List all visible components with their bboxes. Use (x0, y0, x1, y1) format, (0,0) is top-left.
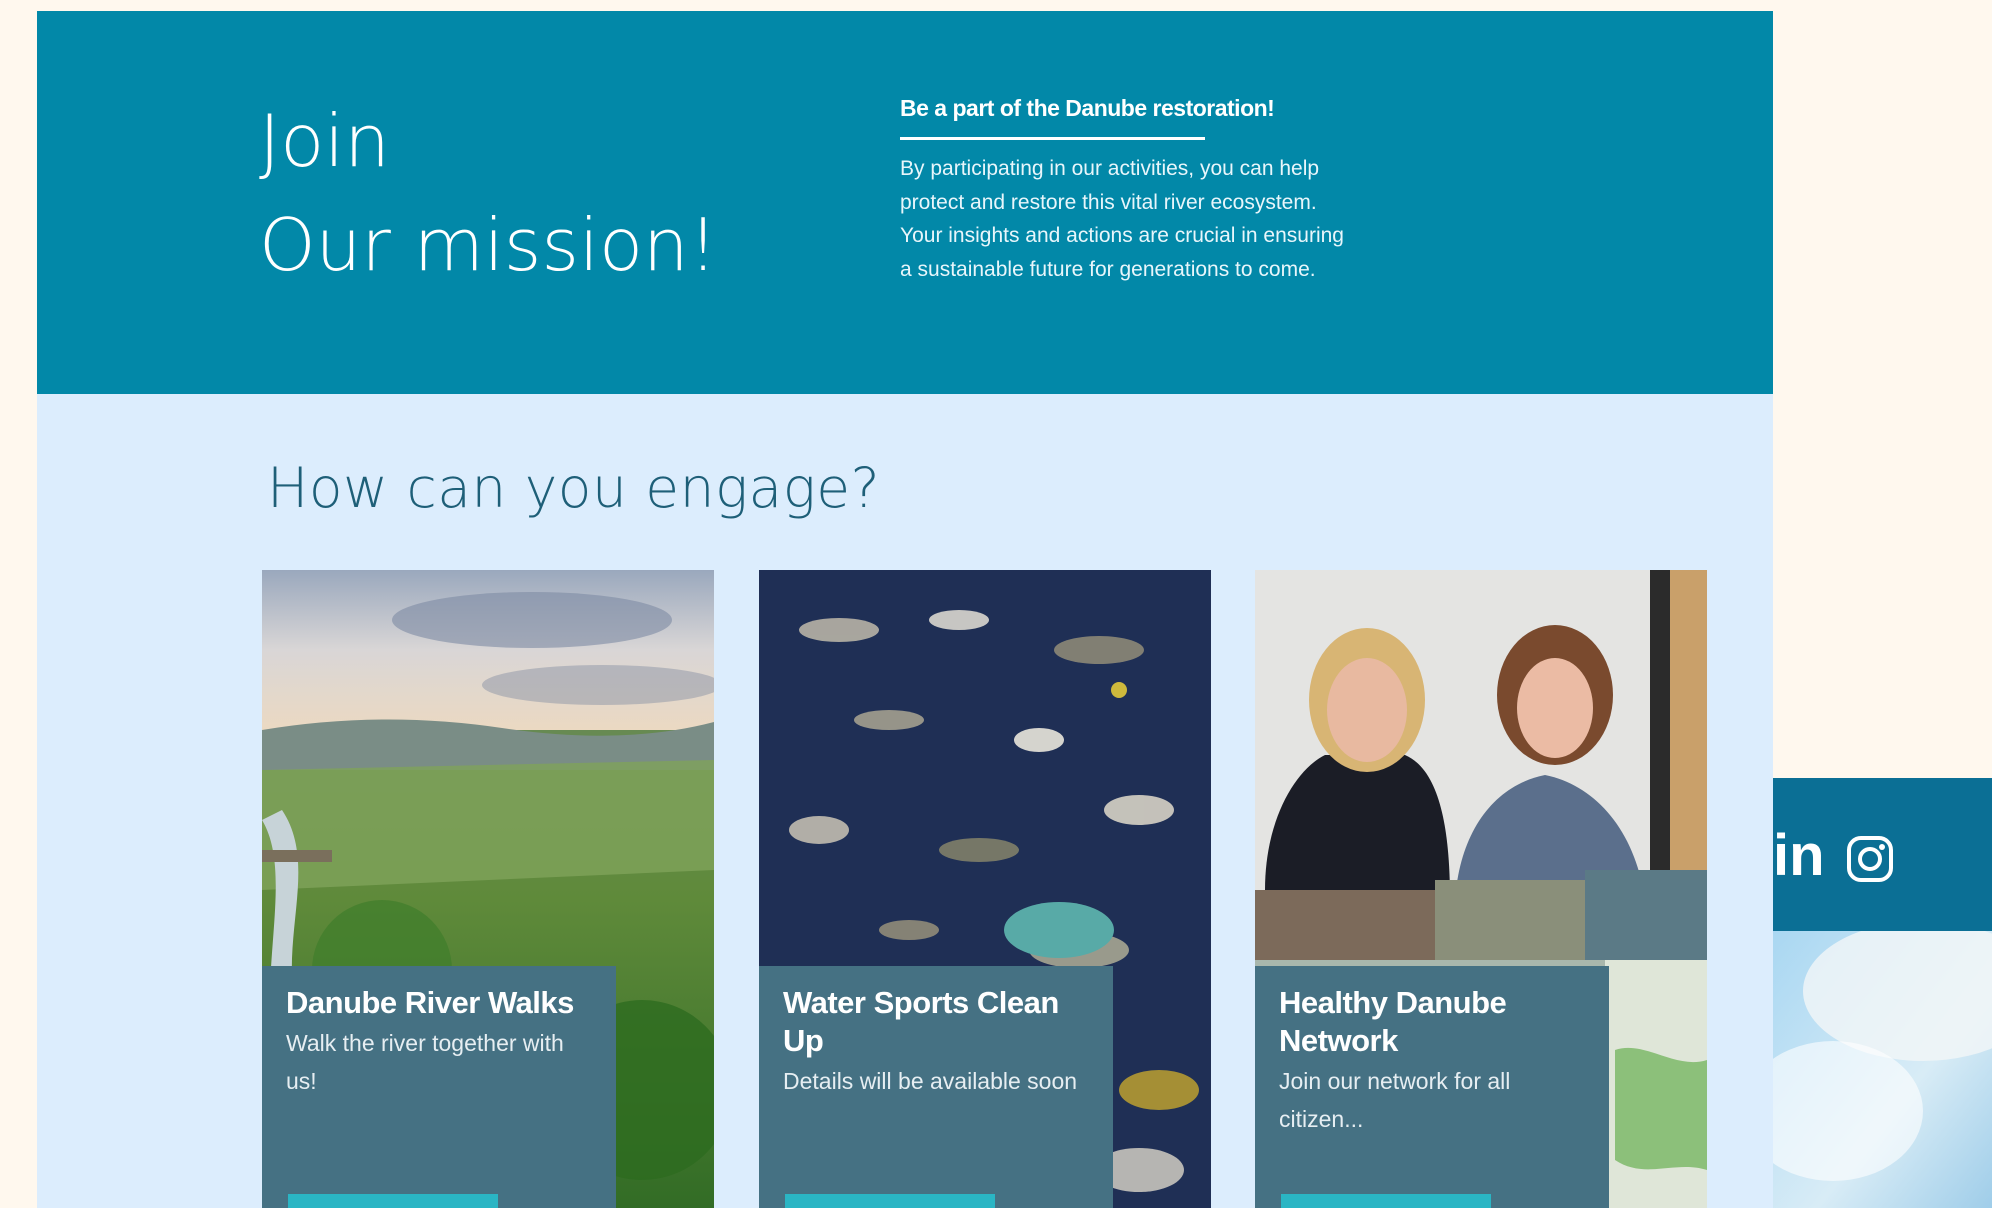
card-title: Danube River Walks (286, 985, 574, 1020)
card-caption-panel: Water Sports Clean Up Details will be av… (759, 966, 1113, 1208)
engage-title: How can you engage? (267, 456, 881, 520)
card-description: Walk the river together with us! (286, 1030, 564, 1094)
card-danube-river-walks[interactable]: Danube River Walks Walk the river togeth… (262, 570, 714, 1208)
hero-divider (900, 137, 1205, 140)
card-water-sports-clean-up[interactable]: Water Sports Clean Up Details will be av… (759, 570, 1211, 1208)
hero-title: Join Our mission! (259, 89, 718, 297)
engage-section: How can you engage? Danube River Walks W… (37, 394, 1773, 1208)
linkedin-icon[interactable]: in (1773, 826, 1825, 886)
card-caption-panel: Healthy Danube Network Join our network … (1255, 966, 1609, 1208)
page-wrapper: Join Our mission! Be a part of the Danub… (37, 11, 1773, 1208)
hero-text-block: Be a part of the Danube restoration! By … (900, 93, 1360, 286)
card-action-button[interactable] (1281, 1194, 1491, 1208)
card-action-button[interactable] (288, 1194, 498, 1208)
card-action-button[interactable] (785, 1194, 995, 1208)
card-title: Water Sports Clean Up (783, 985, 1059, 1058)
background-decorative-image (1773, 931, 1992, 1208)
hero-subheading: Be a part of the Danube restoration! (900, 95, 1275, 121)
card-title: Healthy Danube Network (1279, 985, 1507, 1058)
instagram-icon[interactable] (1846, 835, 1894, 883)
hero-title-line-1: Join (259, 99, 390, 183)
card-healthy-danube-network[interactable]: Healthy Danube Network Join our network … (1255, 570, 1707, 1208)
hero-body-text: By participating in our activities, you … (900, 157, 1344, 281)
card-description: Join our network for all citizen... (1279, 1068, 1511, 1132)
card-caption-panel: Danube River Walks Walk the river togeth… (262, 966, 616, 1208)
hero-title-line-2: Our mission! (259, 203, 718, 287)
card-description: Details will be available soon (783, 1068, 1078, 1094)
join-mission-section: Join Our mission! Be a part of the Danub… (37, 11, 1773, 394)
